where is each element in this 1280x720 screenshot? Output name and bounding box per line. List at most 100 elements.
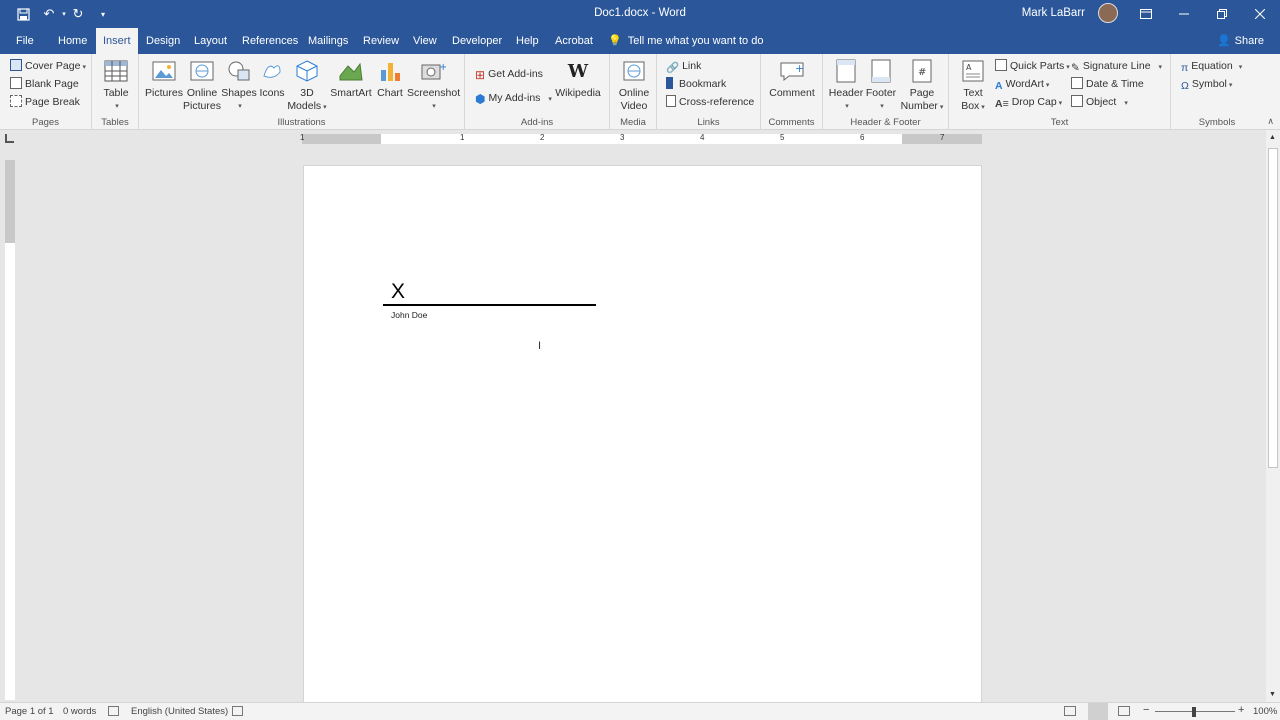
proofing-icon[interactable] <box>108 706 119 716</box>
tab-file[interactable]: File <box>9 28 41 54</box>
restore-icon[interactable] <box>1213 5 1231 23</box>
comment-button[interactable]: + Comment <box>767 58 817 100</box>
scroll-up-icon[interactable]: ▲ <box>1269 134 1276 141</box>
zoom-in-icon[interactable]: + <box>1238 704 1244 716</box>
read-mode-icon[interactable] <box>1064 706 1076 716</box>
smartart-button[interactable]: SmartArt <box>329 58 373 100</box>
wikipedia-button[interactable]: W Wikipedia <box>553 58 603 100</box>
pi-icon: π <box>1181 62 1189 74</box>
left-margin <box>302 134 381 144</box>
tab-selector-icon[interactable] <box>5 134 14 143</box>
vertical-scrollbar[interactable]: ▲ ▼ <box>1266 130 1280 702</box>
quick-parts-label: Quick Parts <box>1010 60 1065 72</box>
comments-group: + Comment Comments <box>761 54 823 130</box>
print-layout-icon[interactable] <box>1088 703 1108 720</box>
tab-insert[interactable]: Insert <box>96 28 138 54</box>
tab-design[interactable]: Design <box>139 28 187 54</box>
tell-me-search[interactable]: 💡 Tell me what you want to do <box>608 28 763 54</box>
comment-icon: + <box>779 58 805 84</box>
tab-references[interactable]: References <box>235 28 305 54</box>
table-label: Table <box>103 87 129 99</box>
document-page[interactable]: X John Doe <box>303 165 982 705</box>
link-button[interactable]: 🔗 Link <box>666 58 701 74</box>
chart-button[interactable]: Chart <box>373 58 407 100</box>
zoom-slider-thumb[interactable] <box>1192 707 1196 717</box>
shapes-icon <box>226 58 252 84</box>
tab-layout[interactable]: Layout <box>187 28 234 54</box>
tab-help[interactable]: Help <box>509 28 546 54</box>
my-addins-button[interactable]: ⬢ My Add-ins ▾ <box>475 90 552 106</box>
table-button[interactable]: Table ▾ <box>100 58 132 113</box>
bookmark-button[interactable]: Bookmark <box>666 76 726 92</box>
scrollbar-thumb[interactable] <box>1268 148 1278 468</box>
smartart-icon <box>338 58 364 84</box>
shapes-button[interactable]: Shapes ▾ <box>221 58 257 113</box>
scroll-down-icon[interactable]: ▼ <box>1269 691 1276 698</box>
drop-cap-button[interactable]: A≡ Drop Cap ▾ <box>995 94 1062 110</box>
symbol-button[interactable]: Ω Symbol ▾ <box>1181 76 1232 92</box>
language[interactable]: English (United States) <box>131 706 228 717</box>
object-button[interactable]: Object ▾ <box>1071 94 1128 110</box>
document-title: Doc1.docx - Word <box>594 7 686 19</box>
horizontal-ruler[interactable]: 1 1 2 3 4 5 6 7 <box>300 133 982 144</box>
cross-reference-button[interactable]: Cross-reference <box>666 94 754 110</box>
text-box-button[interactable]: A Text Box ▾ <box>957 58 989 114</box>
pages-group-label: Pages <box>32 117 59 128</box>
tables-group-label: Tables <box>101 117 129 128</box>
calendar-icon <box>1071 77 1083 89</box>
pictures-button[interactable]: Pictures <box>145 58 183 100</box>
zoom-level[interactable]: 100% <box>1253 706 1277 717</box>
signature-line[interactable] <box>383 304 596 306</box>
bookmark-icon <box>666 77 673 89</box>
vertical-ruler[interactable] <box>5 160 15 700</box>
3d-models-button[interactable]: 3D Models ▾ <box>287 58 327 114</box>
equation-button[interactable]: π Equation ▾ <box>1181 58 1242 74</box>
online-video-button[interactable]: Online Video <box>616 58 652 113</box>
macro-recording-icon[interactable] <box>232 706 243 716</box>
signature-x[interactable]: X <box>391 280 405 304</box>
avatar[interactable] <box>1098 3 1118 23</box>
page-break-button[interactable]: Page Break <box>10 94 80 110</box>
minimize-icon[interactable] <box>1175 5 1193 23</box>
text-box-icon: A <box>960 58 986 84</box>
comments-group-label: Comments <box>768 117 815 128</box>
collapse-ribbon-icon[interactable]: ∧ <box>1267 116 1274 127</box>
tab-developer[interactable]: Developer <box>445 28 509 54</box>
signature-line-button[interactable]: ✎ Signature Line ▾ <box>1071 58 1162 74</box>
signer-name[interactable]: John Doe <box>391 310 427 320</box>
page-number-button[interactable]: # Page Number ▾ <box>899 58 945 114</box>
ribbon-display-icon[interactable] <box>1137 5 1155 23</box>
date-time-button[interactable]: Date & Time <box>1071 76 1144 92</box>
cover-page-button[interactable]: Cover Page ▾ <box>10 58 86 74</box>
online-pictures-button[interactable]: Online Pictures <box>183 58 221 113</box>
close-icon[interactable] <box>1251 5 1269 23</box>
footer-button[interactable]: Footer ▾ <box>863 58 899 113</box>
web-layout-icon[interactable] <box>1118 706 1130 716</box>
icons-button[interactable]: Icons <box>257 58 287 100</box>
quick-parts-button[interactable]: Quick Parts ▾ <box>995 58 1070 74</box>
word-count[interactable]: 0 words <box>63 706 96 717</box>
page-count[interactable]: Page 1 of 1 <box>5 706 54 717</box>
tab-view[interactable]: View <box>406 28 444 54</box>
wordart-button[interactable]: A WordArt ▾ <box>995 76 1049 92</box>
cross-reference-label: Cross-reference <box>679 96 755 108</box>
screenshot-icon: + <box>420 58 446 84</box>
share-button[interactable]: 👤 Share <box>1217 28 1264 54</box>
header-button[interactable]: Header ▾ <box>827 58 865 113</box>
wikipedia-icon: W <box>567 60 589 82</box>
cross-reference-icon <box>666 95 676 107</box>
get-addins-button[interactable]: ⊞ Get Add-ins <box>475 66 543 82</box>
links-group-label: Links <box>697 117 720 128</box>
screenshot-button[interactable]: + Screenshot ▾ <box>407 58 460 113</box>
blank-page-button[interactable]: Blank Page <box>10 76 79 92</box>
tab-home[interactable]: Home <box>51 28 94 54</box>
table-icon <box>103 58 129 84</box>
zoom-out-icon[interactable]: − <box>1143 704 1149 716</box>
tab-mailings[interactable]: Mailings <box>301 28 355 54</box>
text-group: A Text Box ▾ Quick Parts ▾ A WordArt ▾ A≡ Dro… <box>949 54 1171 130</box>
user-name[interactable]: Mark LaBarr <box>1022 7 1085 19</box>
object-label: Object <box>1086 96 1117 108</box>
tab-acrobat[interactable]: Acrobat <box>548 28 600 54</box>
tab-review[interactable]: Review <box>356 28 406 54</box>
wordart-icon: A <box>995 80 1003 92</box>
